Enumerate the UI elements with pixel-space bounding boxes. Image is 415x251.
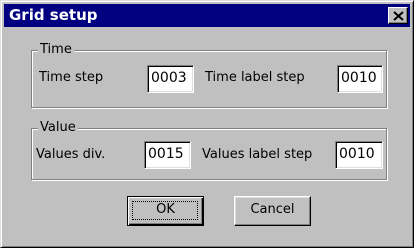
value-group-legend: Value (38, 120, 78, 136)
time-step-input[interactable]: 0003 (147, 65, 194, 93)
values-label-step-input[interactable]: 0010 (335, 141, 383, 169)
values-label-step-label: Values label step (202, 147, 313, 162)
ok-button[interactable]: OK (127, 196, 204, 226)
time-step-label: Time step (39, 70, 104, 85)
time-group-legend: Time (38, 42, 74, 58)
close-button[interactable] (388, 7, 408, 24)
grid-setup-dialog: Grid setup Time Time step 0003 Time labe… (0, 0, 414, 248)
cancel-button[interactable]: Cancel (234, 196, 311, 226)
window-title: Grid setup (9, 6, 98, 24)
values-div-input[interactable]: 0015 (144, 141, 191, 169)
close-x-icon (393, 11, 404, 21)
value-group: Value Values div. 0015 Values label step… (31, 120, 387, 180)
time-label-step-input[interactable]: 0010 (337, 65, 383, 93)
time-group: Time Time step 0003 Time label step 0010 (31, 42, 387, 108)
cancel-button-label: Cancel (250, 202, 295, 217)
time-label-step-label: Time label step (205, 70, 305, 85)
values-div-label: Values div. (36, 147, 106, 162)
ok-button-label: OK (156, 202, 175, 217)
title-bar[interactable]: Grid setup (4, 4, 410, 27)
